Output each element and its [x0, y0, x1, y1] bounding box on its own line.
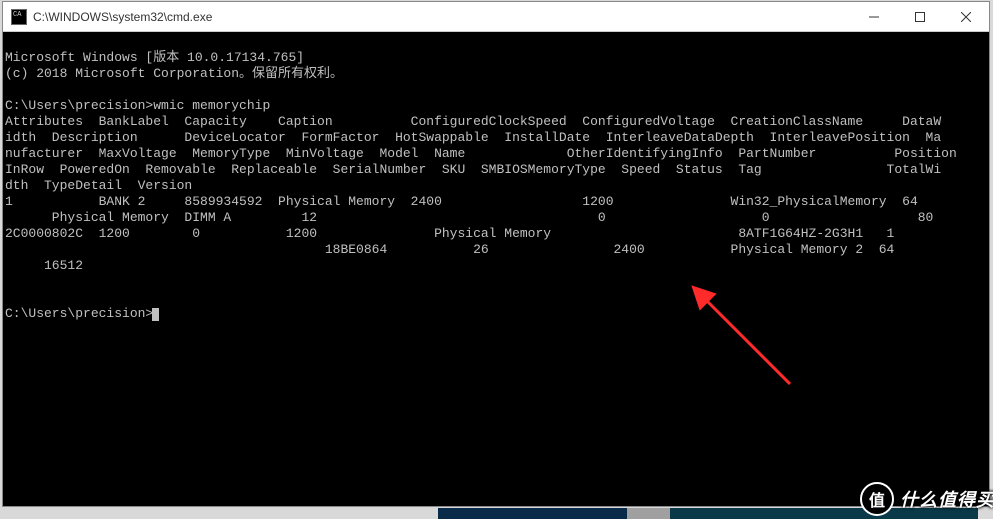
cmd-window: C:\WINDOWS\system32\cmd.exe Microsoft Wi…	[2, 1, 990, 507]
window-title: C:\WINDOWS\system32\cmd.exe	[33, 10, 851, 24]
cmd-icon	[11, 9, 27, 25]
watermark: 值 什么值得买	[860, 482, 993, 516]
terminal-line: nufacturer MaxVoltage MemoryType MinVolt…	[5, 146, 957, 161]
terminal-line: 1 BANK 2 8589934592 Physical Memory 2400…	[5, 194, 918, 209]
terminal-line: dth TypeDetail Version	[5, 178, 192, 193]
titlebar[interactable]: C:\WINDOWS\system32\cmd.exe	[3, 2, 989, 32]
minimize-button[interactable]	[851, 2, 897, 31]
watermark-icon: 值	[860, 482, 894, 516]
window-controls	[851, 2, 989, 31]
terminal-line: C:\Users\precision>wmic memorychip	[5, 98, 270, 113]
terminal-line: Attributes BankLabel Capacity Caption Co…	[5, 114, 941, 129]
terminal-line: Physical Memory DIMM A 12 0 0 80	[5, 210, 933, 225]
terminal-line: 18BE0864 26 2400 Physical Memory 2 64	[5, 242, 894, 257]
terminal-line: idth Description DeviceLocator FormFacto…	[5, 130, 941, 145]
terminal-line: InRow PoweredOn Removable Replaceable Se…	[5, 162, 941, 177]
cursor	[152, 308, 159, 321]
terminal-line: 16512	[5, 258, 83, 273]
annotation-arrow	[643, 268, 810, 425]
watermark-text: 什么值得买	[900, 486, 993, 512]
maximize-button[interactable]	[897, 2, 943, 31]
terminal-line: 2C0000802C 1200 0 1200 Physical Memory 8…	[5, 226, 894, 241]
terminal-prompt: C:\Users\precision>	[5, 306, 153, 321]
terminal-output[interactable]: Microsoft Windows [版本 10.0.17134.765] (c…	[3, 32, 989, 506]
terminal-line: (c) 2018 Microsoft Corporation。保留所有权利。	[5, 66, 343, 81]
terminal-line: Microsoft Windows [版本 10.0.17134.765]	[5, 50, 304, 65]
close-button[interactable]	[943, 2, 989, 31]
watermark-symbol: 值	[869, 487, 885, 511]
